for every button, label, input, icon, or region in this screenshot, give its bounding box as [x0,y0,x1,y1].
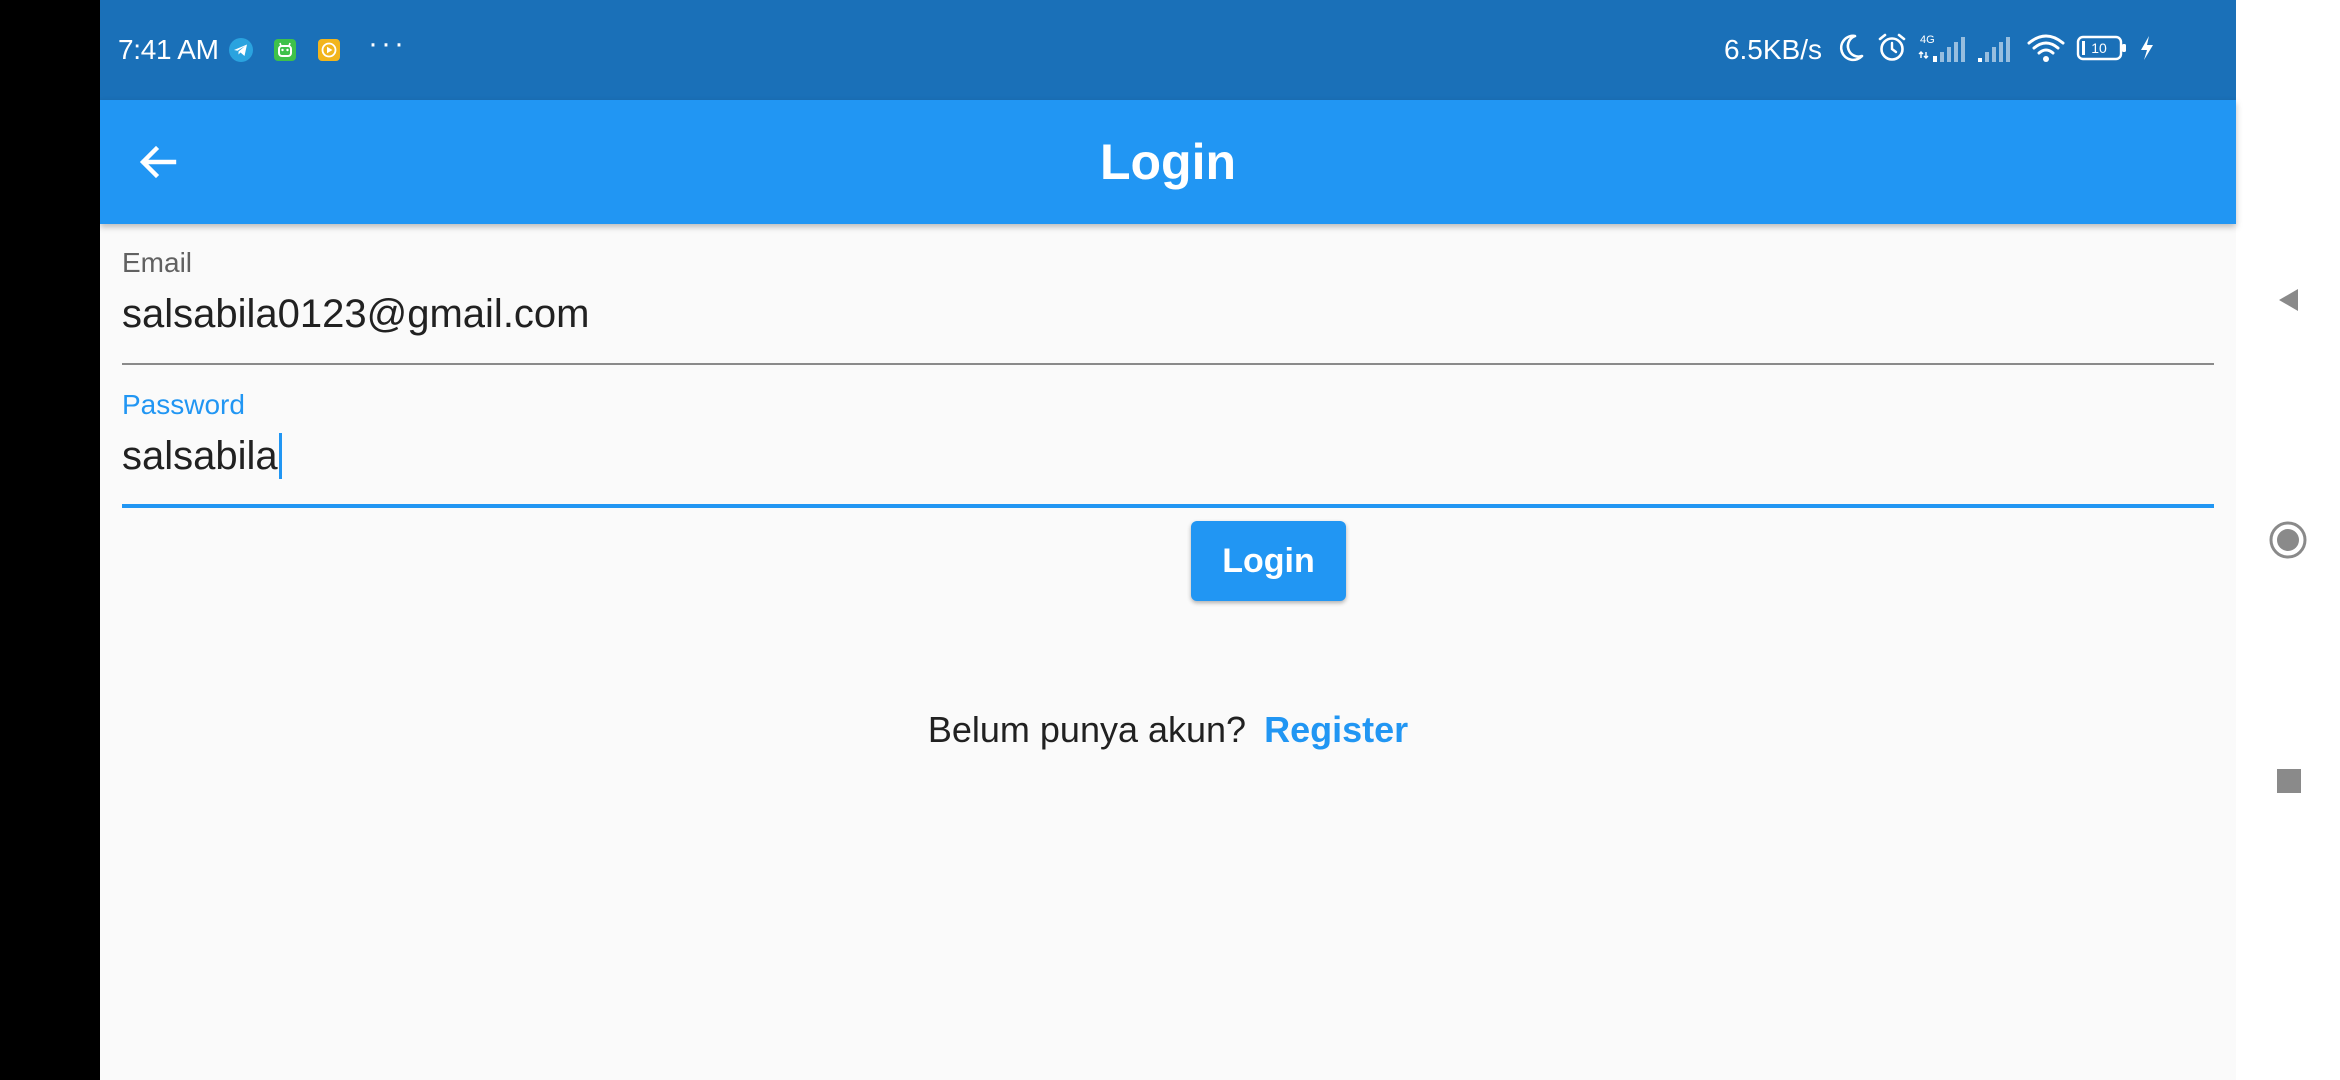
app-window: 7:41 AM ··· 6.5KB/s 4G 10 Login Email sa… [100,0,2236,1080]
nav-home-button[interactable] [2258,510,2318,570]
signal-4g-icon: 4G [1918,32,1966,69]
network-type-label: 4G [1920,34,1935,46]
back-button[interactable] [134,138,182,186]
register-prompt: Belum punya akun? [927,709,1247,750]
arrow-back-icon [139,145,177,179]
email-input[interactable]: salsabila0123@gmail.com [122,290,2214,338]
screen-cutout-area [0,0,100,1080]
password-field[interactable]: Password salsabila [122,366,2214,508]
status-bar: 7:41 AM ··· 6.5KB/s 4G 10 [100,0,2236,100]
status-time: 7:41 AM [118,34,219,65]
signal-icon [1976,32,2016,69]
app-bar: Login [100,100,2236,224]
overflow-dots: ··· [368,27,407,60]
nav-recents-button[interactable] [2258,750,2318,810]
nav-back-button[interactable] [2258,270,2318,330]
charging-icon [2138,34,2156,67]
password-value: salsabila [122,434,278,478]
wifi-icon [2026,32,2066,69]
notification-icons: ··· [228,27,407,64]
alarm-icon [1876,32,1908,69]
page-title: Login [1099,134,1237,190]
status-right-group: 6.5KB/s 4G 10 [1724,32,2156,68]
moon-icon [1836,32,1866,69]
email-underline [122,363,2214,365]
register-link[interactable]: Register [1264,709,1408,750]
telegram-icon [228,37,254,63]
battery-level-label: 10 [2091,40,2107,56]
login-button[interactable]: Login [1191,521,1346,601]
play-app-icon [316,37,342,63]
password-underline [122,504,2214,508]
system-nav-bar [2236,0,2340,1080]
register-row: Belum punya akun? Register [100,708,2236,752]
password-label: Password [122,389,245,420]
password-input[interactable]: salsabila [122,432,2214,481]
back-triangle-icon [2279,289,2298,311]
email-label: Email [122,247,193,278]
home-circle-icon [2269,521,2307,559]
device-screen: 7:41 AM ··· 6.5KB/s 4G 10 Login Email sa… [0,0,2340,1080]
email-field[interactable]: Email salsabila0123@gmail.com [122,224,2214,366]
battery-icon: 10 [2076,33,2128,68]
network-speed: 6.5KB/s [1723,34,1822,65]
android-app-icon [272,37,298,63]
text-cursor [278,433,282,480]
recents-square-icon [2277,769,2301,793]
